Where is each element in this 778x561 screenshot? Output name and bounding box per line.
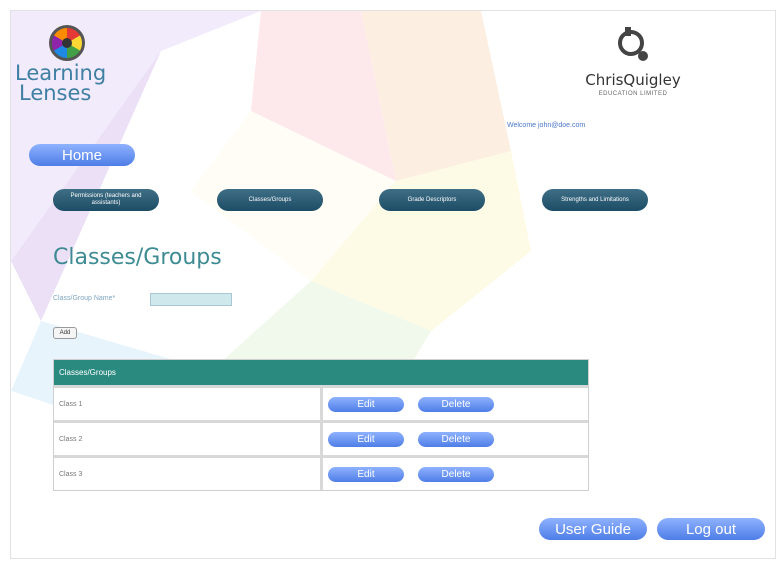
learning-lenses-logo: Learning Lenses — [15, 25, 135, 125]
table-row: Class 1 Edit Delete — [54, 385, 588, 420]
add-button[interactable]: Add — [53, 327, 77, 339]
app-window: Learning Lenses ChrisQuigley EDUCATION L… — [10, 10, 776, 559]
log-out-button[interactable]: Log out — [657, 518, 765, 540]
class-name-cell: Class 2 — [54, 423, 323, 455]
logo-text-line1: Learning — [15, 61, 107, 85]
actions-cell: Edit Delete — [323, 458, 588, 490]
home-button[interactable]: Home — [29, 144, 135, 166]
actions-cell: Edit Delete — [323, 423, 588, 455]
actions-cell: Edit Delete — [323, 388, 588, 420]
delete-button[interactable]: Delete — [418, 466, 494, 482]
nav-grade-descriptors-button[interactable]: Grade Descriptors — [379, 189, 485, 211]
edit-button[interactable]: Edit — [328, 431, 404, 447]
table-row: Class 3 Edit Delete — [54, 455, 588, 490]
delete-button[interactable]: Delete — [418, 431, 494, 447]
chris-quigley-logo: ChrisQuigley EDUCATION LIMITED — [573, 25, 693, 105]
class-group-name-input[interactable] — [150, 293, 232, 306]
page-title: Classes/Groups — [53, 245, 222, 270]
edit-button[interactable]: Edit — [328, 466, 404, 482]
class-name-cell: Class 1 — [54, 388, 323, 420]
cq-mark-icon — [618, 27, 648, 61]
cq-subtitle: EDUCATION LIMITED — [598, 91, 668, 97]
nav-strengths-limitations-button[interactable]: Strengths and Limitations — [542, 189, 648, 211]
cq-name: ChrisQuigley — [585, 71, 681, 89]
table-row: Class 2 Edit Delete — [54, 420, 588, 455]
logo-text: Learning Lenses — [15, 61, 125, 105]
nav-classes-groups-button[interactable]: Classes/Groups — [217, 189, 323, 211]
delete-button[interactable]: Delete — [418, 396, 494, 412]
user-guide-button[interactable]: User Guide — [539, 518, 647, 540]
welcome-text: Welcome john@doe.com — [507, 122, 586, 129]
aperture-icon — [49, 25, 85, 61]
table-header: Classes/Groups — [54, 360, 588, 385]
logo-text-line2: Lenses — [19, 81, 92, 105]
edit-button[interactable]: Edit — [328, 396, 404, 412]
class-group-name-label: Class/Group Name* — [53, 295, 116, 302]
classes-groups-table: Classes/Groups Class 1 Edit Delete Class… — [53, 359, 589, 491]
nav-permissions-button[interactable]: Permissions (teachers and assistants) — [53, 189, 159, 211]
class-name-cell: Class 3 — [54, 458, 323, 490]
